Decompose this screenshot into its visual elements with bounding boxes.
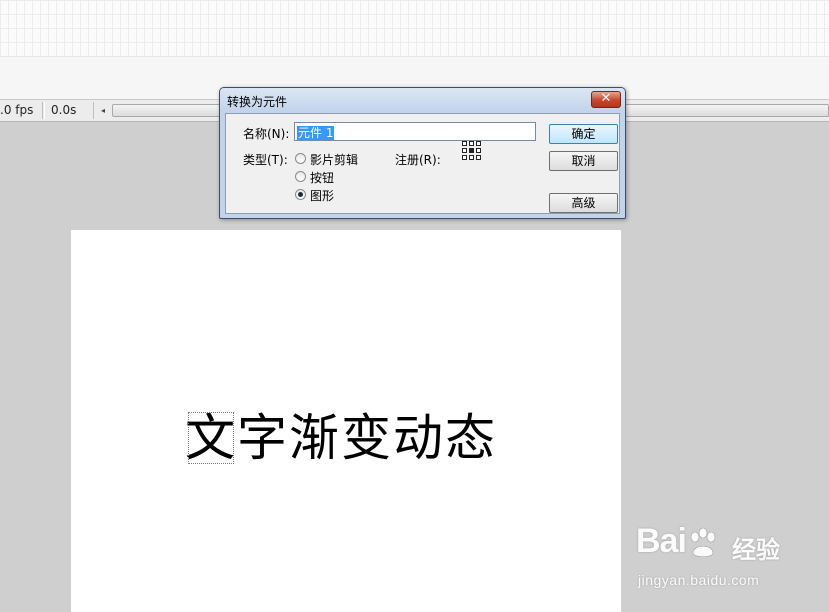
symbol-name-value: 元件 1: [297, 126, 335, 140]
radio-button[interactable]: [295, 171, 306, 182]
elapsed-time-readout: 0.0s: [44, 102, 94, 119]
close-button[interactable]: ✕: [591, 91, 621, 108]
cancel-button[interactable]: 取消: [549, 151, 618, 171]
reg-point-selected[interactable]: [469, 148, 474, 153]
registration-label: 注册(R):: [395, 153, 441, 167]
radio-graphic[interactable]: [295, 189, 306, 200]
radio-movie-clip[interactable]: [295, 153, 306, 164]
watermark-url: jingyan.baidu.com: [638, 572, 760, 588]
reg-point[interactable]: [462, 148, 467, 153]
reg-point[interactable]: [469, 155, 474, 160]
reg-point[interactable]: [476, 141, 481, 146]
scroll-left-arrow-icon[interactable]: ◂: [98, 105, 108, 117]
stage-text-rest[interactable]: 字渐变动态: [237, 409, 497, 467]
reg-point[interactable]: [469, 141, 474, 146]
type-label: 类型(T):: [243, 153, 288, 167]
frame-rate-readout[interactable]: .0 fps: [0, 102, 43, 119]
type-graphic-label[interactable]: 图形: [310, 187, 334, 204]
dialog-body: 名称(N): 元件 1 类型(T): 影片剪辑 按钮 图形 注册(R): 确定 …: [225, 113, 620, 214]
convert-to-symbol-dialog: 转换为元件 ✕ 名称(N): 元件 1 类型(T): 影片剪辑 按钮 图形 注册…: [219, 87, 626, 219]
watermark-logo-text: Bai: [636, 522, 687, 560]
advanced-button[interactable]: 高级: [549, 193, 618, 213]
timeline-frames-grid[interactable]: [0, 0, 829, 57]
baidu-paw-icon: [690, 527, 716, 558]
type-movie-clip-label[interactable]: 影片剪辑: [310, 151, 358, 168]
watermark-logo: Bai: [636, 522, 720, 561]
reg-point[interactable]: [476, 155, 481, 160]
reg-point[interactable]: [476, 148, 481, 153]
ok-button[interactable]: 确定: [549, 124, 618, 144]
symbol-name-input[interactable]: 元件 1: [294, 122, 536, 141]
watermark-jingyan-text: 经验: [732, 536, 780, 564]
stage-canvas[interactable]: 文字渐变动态: [71, 230, 621, 612]
name-label: 名称(N):: [243, 127, 290, 141]
selected-character[interactable]: 文: [185, 409, 237, 467]
registration-point-grid-icon[interactable]: [462, 141, 481, 160]
baidu-jingyan-watermark: Bai 经验 jingyan.baidu.com: [636, 522, 796, 592]
reg-point[interactable]: [462, 141, 467, 146]
dialog-titlebar[interactable]: 转换为元件 ✕: [220, 88, 625, 112]
type-button-label[interactable]: 按钮: [310, 169, 334, 186]
dialog-title: 转换为元件: [227, 95, 288, 109]
reg-point[interactable]: [462, 155, 467, 160]
stage-text-object[interactable]: 文字渐变动态: [185, 398, 497, 470]
close-icon: ✕: [600, 91, 612, 106]
